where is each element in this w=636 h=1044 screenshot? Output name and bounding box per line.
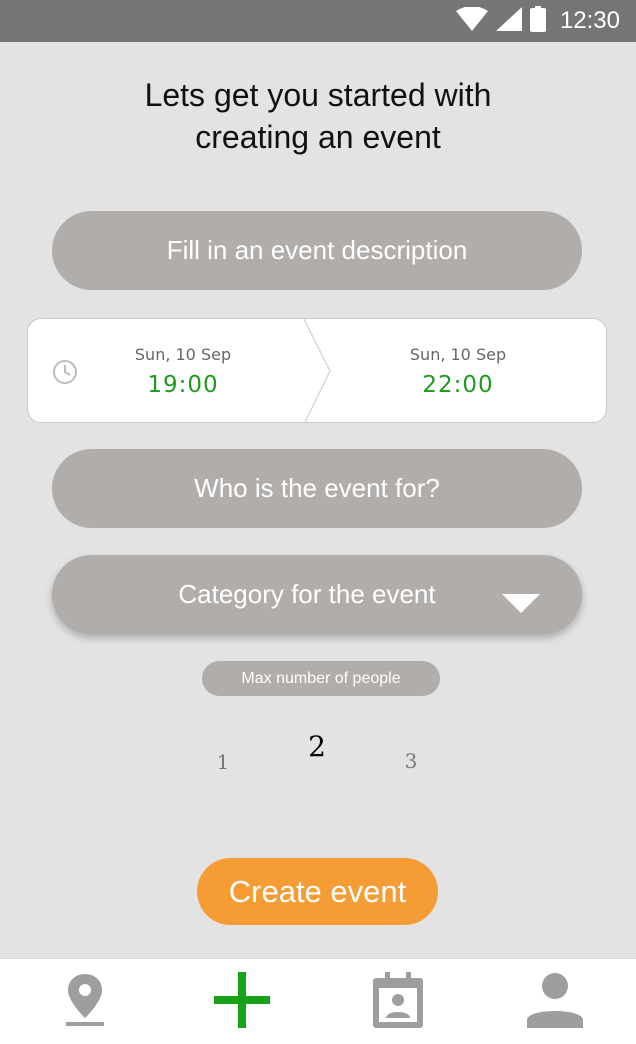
max-people-option-3[interactable]: 3 [391, 749, 431, 773]
end-datetime[interactable]: Sun, 10 Sep 22:00 [358, 345, 558, 398]
status-icons: 12:30 [455, 0, 620, 42]
nav-create[interactable] [202, 959, 282, 1044]
start-date: Sun, 10 Sep [134, 345, 232, 364]
audience-button[interactable]: Who is the event for? [52, 449, 582, 528]
end-time: 22:00 [422, 372, 494, 398]
map-pin-icon [65, 972, 105, 1033]
page-title-line-1: Lets get you started with [144, 77, 492, 113]
datetime-picker: Sun, 10 Sep 19:00 Sun, 10 Sep 22:00 [27, 318, 607, 423]
wifi-icon [455, 5, 488, 36]
category-label: Category for the event [178, 579, 436, 609]
status-time: 12:30 [559, 7, 620, 34]
category-dropdown[interactable]: Category for the event [52, 555, 582, 634]
status-bar: 12:30 [0, 0, 636, 42]
start-time: 19:00 [147, 372, 219, 398]
event-description-label: Fill in an event description [166, 235, 468, 265]
max-people-text: Max number of people [241, 669, 401, 687]
clock-icon [52, 359, 78, 390]
nav-map[interactable] [45, 959, 125, 1044]
bottom-navigation [0, 958, 636, 1044]
nav-calendar[interactable] [358, 959, 438, 1044]
audience-label: Who is the event for? [194, 473, 440, 503]
max-people-option-2-selected[interactable]: 2 [297, 730, 337, 763]
calendar-contact-icon [373, 971, 423, 1033]
person-icon [526, 972, 584, 1033]
end-date: Sun, 10 Sep [409, 345, 507, 364]
create-event-button[interactable]: Create event [197, 858, 438, 925]
start-datetime[interactable]: Sun, 10 Sep 19:00 [83, 345, 283, 398]
dropdown-arrow-icon [502, 590, 540, 621]
page-title: Lets get you started with creating an ev… [0, 74, 636, 158]
plus-icon [214, 971, 270, 1033]
max-people-label: Max number of people [202, 661, 440, 696]
max-people-option-1[interactable]: 1 [203, 750, 243, 774]
nav-profile[interactable] [515, 959, 595, 1044]
battery-icon [529, 5, 546, 37]
chevron-divider [303, 319, 334, 422]
signal-icon [495, 6, 522, 36]
page-title-line-2: creating an event [195, 119, 441, 155]
event-description-button[interactable]: Fill in an event description [52, 211, 582, 290]
